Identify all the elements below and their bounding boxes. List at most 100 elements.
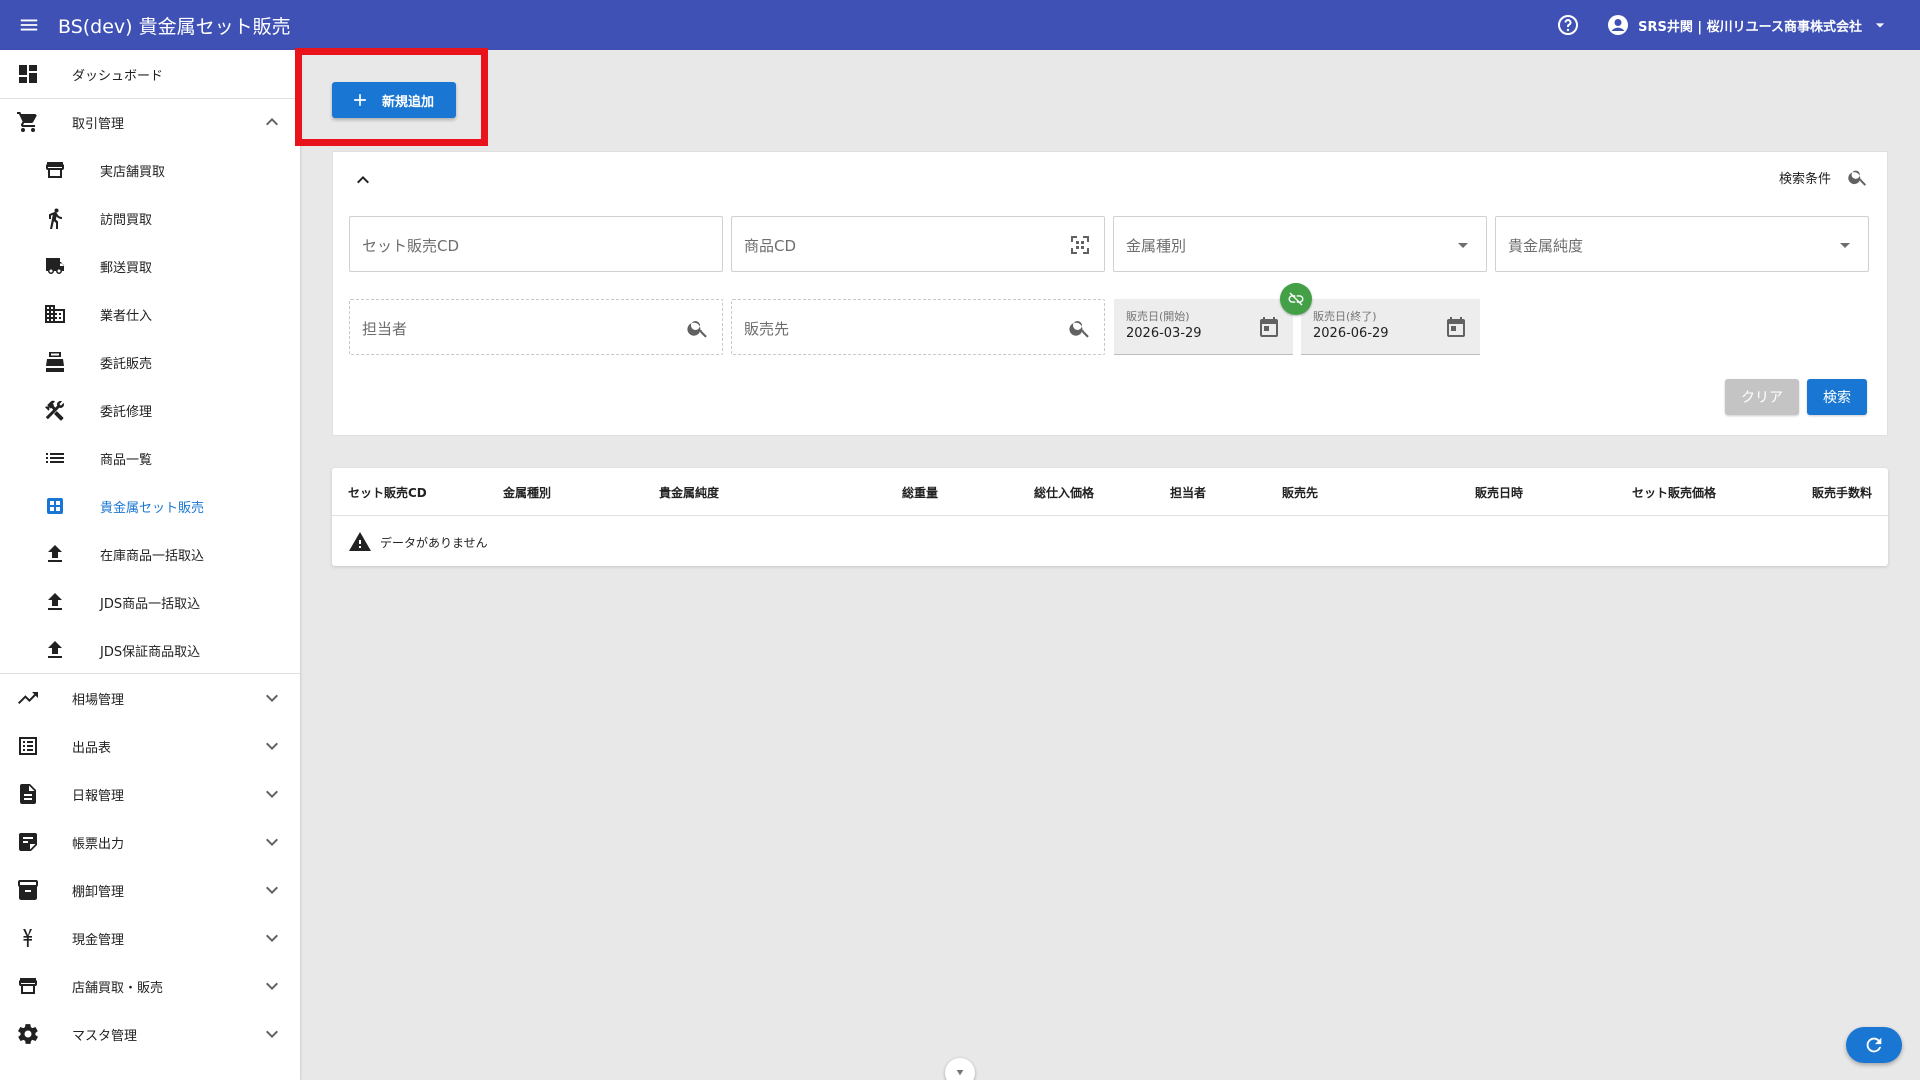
sidebar-item-label: 訪問買取 [100,212,153,228]
sidebar-item-visit-purchase[interactable]: 訪問買取 [0,194,300,242]
sidebar-item-inventory[interactable]: 棚卸管理 [0,866,300,914]
dropdown-arrow-icon [1458,243,1468,248]
column-header[interactable]: セット販売価格 [1632,484,1716,501]
set-sale-cd-input[interactable]: セット販売CD [349,216,723,272]
user-menu[interactable]: SRS井関 | 桜川リユース商事株式会社 [1606,13,1890,37]
purity-select[interactable]: 貴金属純度 [1495,216,1869,272]
sidebar-item-label: 実店舗買取 [100,164,166,180]
sidebar-item-cash[interactable]: 現金管理 [0,914,300,962]
sidebar-item-product-list[interactable]: 商品一覧 [0,434,300,482]
sidebar-item-jds-bulk-import[interactable]: JDS商品一括取込 [0,578,300,626]
customer-input[interactable]: 販売先 [731,299,1105,355]
note-icon [19,833,37,851]
column-header[interactable]: セット販売CD [348,484,427,501]
column-header[interactable]: 販売日時 [1475,484,1523,501]
product-cd-input[interactable]: 商品CD [731,216,1105,272]
empty-state: データがありません [348,530,488,554]
empty-message: データがありません [380,535,488,550]
refresh-icon [1866,1037,1882,1053]
help-icon[interactable] [1556,13,1580,37]
column-header[interactable]: 販売手数料 [1812,484,1872,501]
sidebar-item-report-output[interactable]: 帳票出力 [0,818,300,866]
search-criteria-header[interactable]: 検索条件 [1779,166,1869,188]
column-header[interactable]: 総重量 [902,484,938,501]
app-header: BS(dev) 貴金属セット販売 SRS井関 | 桜川リユース商事株式会社 [0,0,1920,50]
sidebar-item-listing-sheet[interactable]: 出品表 [0,722,300,770]
sidebar-item-jds-warranty-import[interactable]: JDS保証商品取込 [0,626,300,674]
search-icon[interactable] [686,316,710,340]
sidebar-item-store-trade[interactable]: 店舗買取・販売 [0,962,300,1010]
sidebar-item-label: 現金管理 [72,932,125,948]
archive-icon [18,880,38,900]
sidebar-item-mail-purchase[interactable]: 郵送買取 [0,242,300,290]
warning-icon [349,532,371,551]
sale-date-start-field[interactable]: 販売日(開始) 2026-03-29 [1114,299,1293,355]
scroll-down-button[interactable] [945,1058,975,1080]
sidebar: ダッシュボード 取引管理 実店舗買取 訪問買取 郵送買取 業者仕入 委託販売 委… [0,50,300,1080]
sidebar-item-consignment-sale[interactable]: 委託販売 [0,338,300,386]
sidebar-item-label: 商品一覧 [100,452,153,468]
sidebar-item-market-price[interactable]: 相場管理 [0,674,300,722]
sale-date-end-field[interactable]: 販売日(終了) 2026-06-29 [1301,299,1480,355]
store-icon [46,162,64,178]
gear-icon [18,1024,38,1044]
building-icon [45,305,65,323]
sidebar-item-label: ダッシュボード [72,68,164,84]
sidebar-item-dashboard[interactable]: ダッシュボード [0,50,300,98]
grid-icon [47,498,63,514]
sidebar-item-consignment-repair[interactable]: 委託修理 [0,386,300,434]
clear-button[interactable]: クリア [1725,379,1799,415]
upload-icon [48,641,62,658]
list-icon [46,453,64,463]
search-button[interactable]: 検索 [1807,379,1867,415]
search-icon [1848,170,1867,186]
chevron-down-icon [266,982,278,990]
sidebar-item-store-purchase[interactable]: 実店舗買取 [0,146,300,194]
staff-input[interactable]: 担当者 [349,299,723,355]
store-icon [19,978,37,994]
results-table: セット販売CD 金属種別 貴金属純度 総重量 総仕入価格 担当者 販売先 販売日… [332,468,1888,566]
chevron-down-icon [956,1070,964,1076]
truck-icon [46,258,65,274]
sidebar-item-stock-bulk-import[interactable]: 在庫商品一括取込 [0,530,300,578]
add-new-button[interactable]: 新規追加 [332,82,456,118]
search-icon[interactable] [1068,316,1092,340]
column-header[interactable]: 貴金属純度 [659,484,719,501]
chevron-down-icon [266,934,278,942]
qr-scan-icon[interactable] [1068,233,1092,257]
sidebar-item-vendor-purchase[interactable]: 業者仕入 [0,290,300,338]
metal-type-select[interactable]: 金属種別 [1113,216,1487,272]
sidebar-item-transactions[interactable]: 取引管理 [0,98,300,146]
chevron-down-icon [266,790,278,798]
link-off-icon [1288,292,1304,306]
sidebar-item-label: 出品表 [72,740,112,756]
cart-icon [17,112,37,132]
sidebar-item-label: 貴金属セット販売 [100,500,205,516]
dashboard-icon [19,65,37,83]
sidebar-item-daily-report[interactable]: 日報管理 [0,770,300,818]
sidebar-item-label: 日報管理 [72,788,125,804]
table-header: セット販売CD 金属種別 貴金属純度 総重量 総仕入価格 担当者 販売先 販売日… [332,468,1888,516]
upload-icon [48,545,62,562]
sidebar-item-label: JDS保証商品取込 [100,644,201,660]
add-new-label: 新規追加 [382,94,435,110]
column-header[interactable]: 販売先 [1282,484,1318,501]
menu-button[interactable] [0,0,58,50]
plus-icon [354,94,366,106]
sidebar-item-precious-metal-set-sale[interactable]: 貴金属セット販売 [0,482,300,530]
tools-icon [45,400,64,421]
column-header[interactable]: 担当者 [1170,484,1206,501]
sidebar-item-master[interactable]: マスタ管理 [0,1010,300,1058]
column-header[interactable]: 金属種別 [503,484,551,501]
register-icon [46,352,64,372]
sidebar-item-label: マスタ管理 [72,1028,138,1044]
chevron-up-icon[interactable] [351,168,375,192]
calendar-icon[interactable] [1444,315,1468,339]
column-header[interactable]: 総仕入価格 [1034,484,1094,501]
refresh-button[interactable] [1846,1027,1902,1063]
date-link-toggle[interactable] [1280,283,1312,315]
sidebar-item-label: 帳票出力 [72,836,125,852]
sidebar-item-label: 委託修理 [100,404,153,420]
calendar-icon[interactable] [1257,315,1281,339]
chevron-down-icon [1875,23,1885,28]
